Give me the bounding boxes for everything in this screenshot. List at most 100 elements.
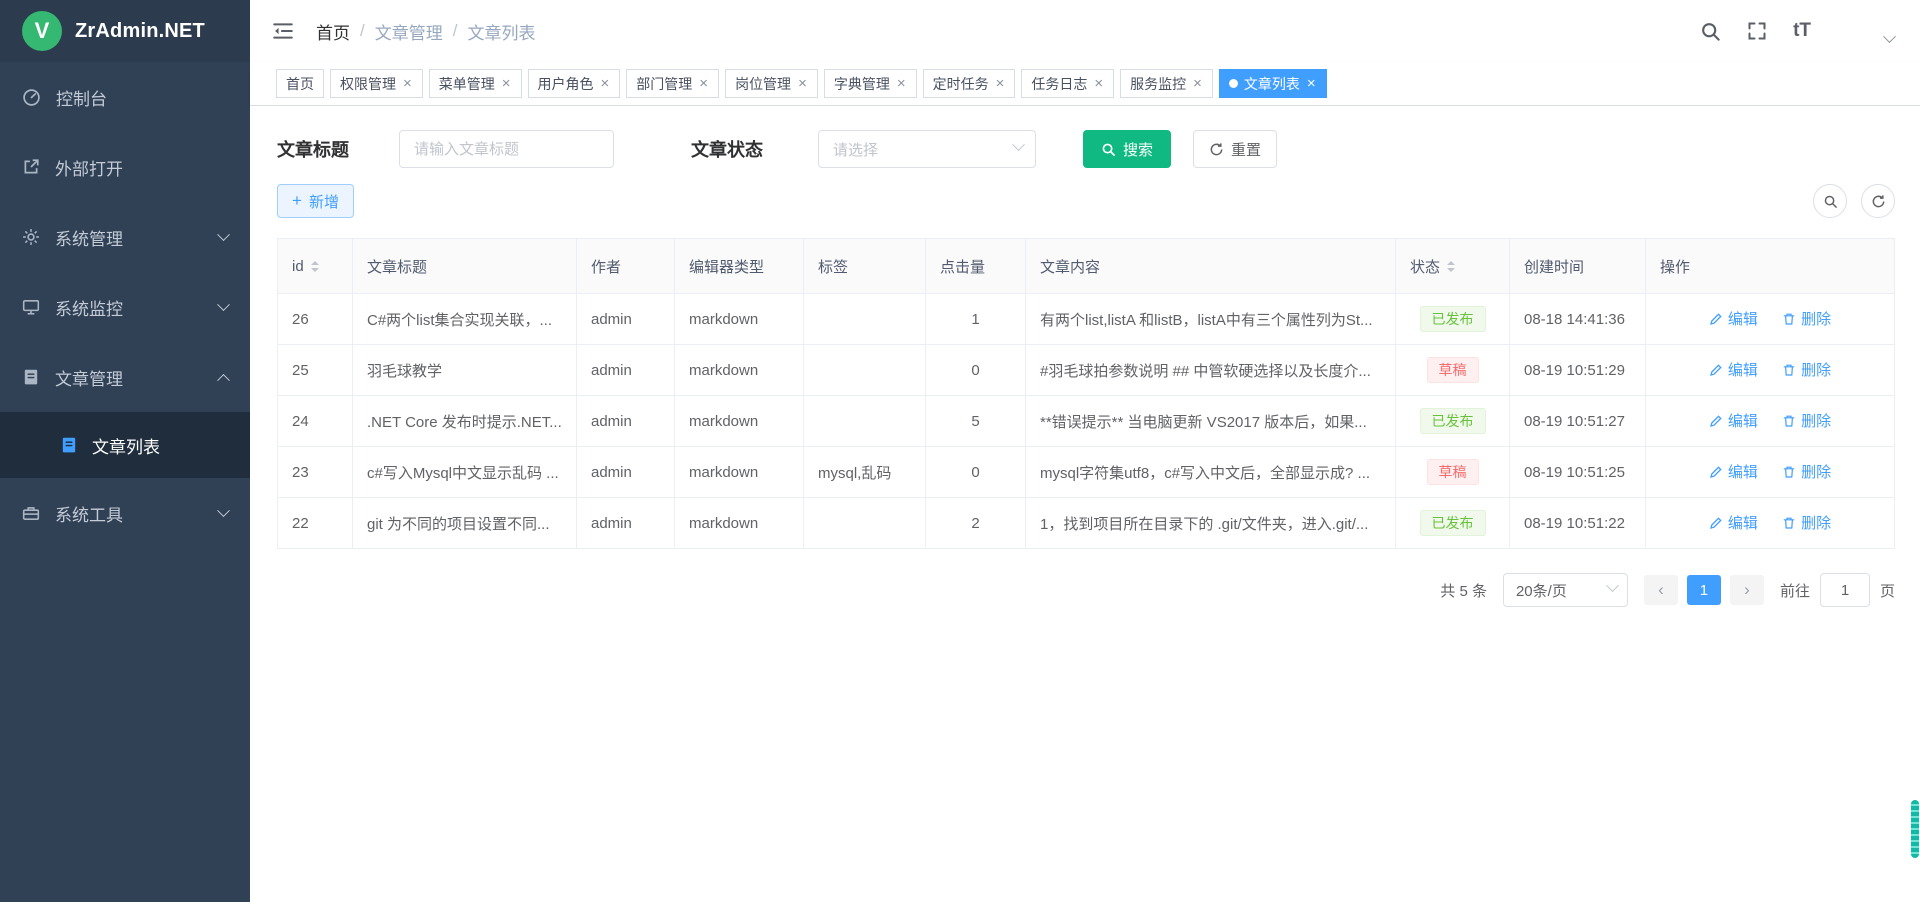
tab[interactable]: 菜单管理 × [429, 69, 522, 98]
column-header[interactable]: 文章内容 [1026, 239, 1396, 294]
app-layout: V ZrAdmin.NET 控制台 外部打开 系统管理 [0, 0, 1920, 902]
search-button-label: 搜索 [1123, 139, 1153, 160]
chevron-down-icon [219, 227, 228, 247]
edit-button[interactable]: 编辑 [1709, 410, 1758, 431]
column-header[interactable]: 文章标题 [353, 239, 577, 294]
tab[interactable]: 字典管理 × [824, 69, 917, 98]
cell-actions: 编辑 删除 [1646, 345, 1895, 396]
chevron-down-icon [1012, 138, 1025, 151]
reset-button-label: 重置 [1231, 139, 1261, 160]
search-button[interactable]: 搜索 [1083, 130, 1171, 168]
edit-button[interactable]: 编辑 [1709, 308, 1758, 329]
add-button[interactable]: + 新增 [277, 184, 354, 218]
user-menu[interactable] [1837, 10, 1894, 52]
tab[interactable]: 用户角色 × [528, 69, 621, 98]
refresh-button[interactable] [1861, 184, 1895, 218]
sidebar-item-external[interactable]: 外部打开 [0, 132, 250, 202]
edit-button[interactable]: 编辑 [1709, 461, 1758, 482]
pencil-icon [1709, 465, 1723, 479]
article-title-input[interactable] [399, 130, 614, 168]
delete-button[interactable]: 删除 [1782, 410, 1831, 431]
sidebar-item-dashboard[interactable]: 控制台 [0, 62, 250, 132]
table-header: id 文章标题 [278, 239, 1895, 294]
edit-label: 编辑 [1728, 410, 1758, 431]
breadcrumb-home[interactable]: 首页 [316, 19, 350, 44]
cell-editor-type: markdown [675, 294, 804, 345]
close-icon[interactable]: × [1192, 76, 1203, 91]
sidebar-item-system-management[interactable]: 系统管理 [0, 202, 250, 272]
page-size-select[interactable]: 20条/页 [1503, 573, 1628, 607]
breadcrumb-article-list[interactable]: 文章列表 [467, 19, 535, 44]
toolbox-icon [22, 504, 40, 522]
delete-button[interactable]: 删除 [1782, 512, 1831, 533]
tab[interactable]: 部门管理 × [626, 69, 719, 98]
close-icon[interactable]: × [600, 76, 611, 91]
column-header[interactable]: 标签 [804, 239, 926, 294]
close-icon[interactable]: × [698, 76, 709, 91]
sidebar-subitem-article-list[interactable]: 文章列表 [0, 412, 250, 478]
table-row[interactable]: 22 git 为不同的项目设置不同... admin markdown 2 1，… [278, 498, 1895, 549]
close-icon[interactable]: × [402, 76, 413, 91]
column-header[interactable]: 创建时间 [1510, 239, 1646, 294]
close-icon[interactable]: × [995, 76, 1006, 91]
tab[interactable]: 任务日志 × [1021, 69, 1114, 98]
close-icon[interactable]: × [797, 76, 808, 91]
breadcrumb-article-management[interactable]: 文章管理 [375, 19, 443, 44]
sidebar-fold-icon[interactable] [272, 21, 294, 41]
edit-button[interactable]: 编辑 [1709, 512, 1758, 533]
cell-author: admin [577, 345, 675, 396]
table-row[interactable]: 24 .NET Core 发布时提示.NET... admin markdown… [278, 396, 1895, 447]
tab[interactable]: 岗位管理 × [725, 69, 818, 98]
column-header[interactable]: 状态 [1396, 239, 1510, 294]
edit-label: 编辑 [1728, 512, 1758, 533]
close-icon[interactable]: × [1093, 76, 1104, 91]
close-icon[interactable]: × [896, 76, 907, 91]
column-header[interactable]: 点击量 [926, 239, 1026, 294]
edit-button[interactable]: 编辑 [1709, 359, 1758, 380]
column-header[interactable]: 操作 [1646, 239, 1895, 294]
sort-icon[interactable] [1447, 261, 1455, 272]
tab[interactable]: 文章列表 × [1219, 69, 1327, 98]
toggle-search-button[interactable] [1813, 184, 1847, 218]
scrollbar-thumb[interactable] [1911, 800, 1919, 858]
sidebar-item-article-management[interactable]: 文章管理 [0, 342, 250, 412]
sidebar: V ZrAdmin.NET 控制台 外部打开 系统管理 [0, 0, 250, 902]
table-row[interactable]: 26 C#两个list集合实现关联，... admin markdown 1 有… [278, 294, 1895, 345]
delete-button[interactable]: 删除 [1782, 359, 1831, 380]
column-header[interactable]: 作者 [577, 239, 675, 294]
fullscreen-icon[interactable] [1747, 21, 1767, 41]
delete-button[interactable]: 删除 [1782, 461, 1831, 482]
sidebar-item-system-tools[interactable]: 系统工具 [0, 478, 250, 548]
sidebar-item-label: 系统工具 [55, 501, 123, 526]
reset-button[interactable]: 重置 [1193, 130, 1277, 168]
prev-page-button[interactable]: ‹ [1644, 575, 1678, 605]
page-size-value: 20条/页 [1516, 580, 1567, 601]
avatar[interactable] [1837, 10, 1879, 52]
close-icon[interactable]: × [501, 76, 512, 91]
cell-title: C#两个list集合实现关联，... [353, 294, 577, 345]
page-number-button[interactable]: 1 [1687, 575, 1721, 605]
search-icon[interactable] [1700, 21, 1721, 42]
article-status-select[interactable]: 请选择 [818, 130, 1036, 168]
sort-icon[interactable] [311, 261, 319, 272]
font-size-icon[interactable]: tT [1793, 20, 1811, 42]
next-page-button[interactable]: › [1730, 575, 1764, 605]
table-row[interactable]: 25 羽毛球教学 admin markdown 0 #羽毛球拍参数说明 ## 中… [278, 345, 1895, 396]
status-badge: 已发布 [1420, 408, 1486, 434]
sidebar-item-system-monitor[interactable]: 系统监控 [0, 272, 250, 342]
column-header[interactable]: id [278, 239, 353, 294]
tab[interactable]: 首页 [276, 69, 324, 98]
goto-label: 前往 [1780, 580, 1810, 601]
tab-label: 权限管理 [340, 74, 396, 94]
tab[interactable]: 服务监控 × [1120, 69, 1213, 98]
column-header[interactable]: 编辑器类型 [675, 239, 804, 294]
cell-created-time: 08-19 10:51:29 [1510, 345, 1646, 396]
delete-button[interactable]: 删除 [1782, 308, 1831, 329]
app-logo[interactable]: V ZrAdmin.NET [0, 0, 250, 62]
table-row[interactable]: 23 c#写入Mysql中文显示乱码 ... admin markdown my… [278, 447, 1895, 498]
tab[interactable]: 权限管理 × [330, 69, 423, 98]
status-badge: 草稿 [1427, 357, 1479, 383]
goto-page-input[interactable] [1820, 573, 1870, 607]
tab[interactable]: 定时任务 × [923, 69, 1016, 98]
close-icon[interactable]: × [1306, 76, 1317, 91]
